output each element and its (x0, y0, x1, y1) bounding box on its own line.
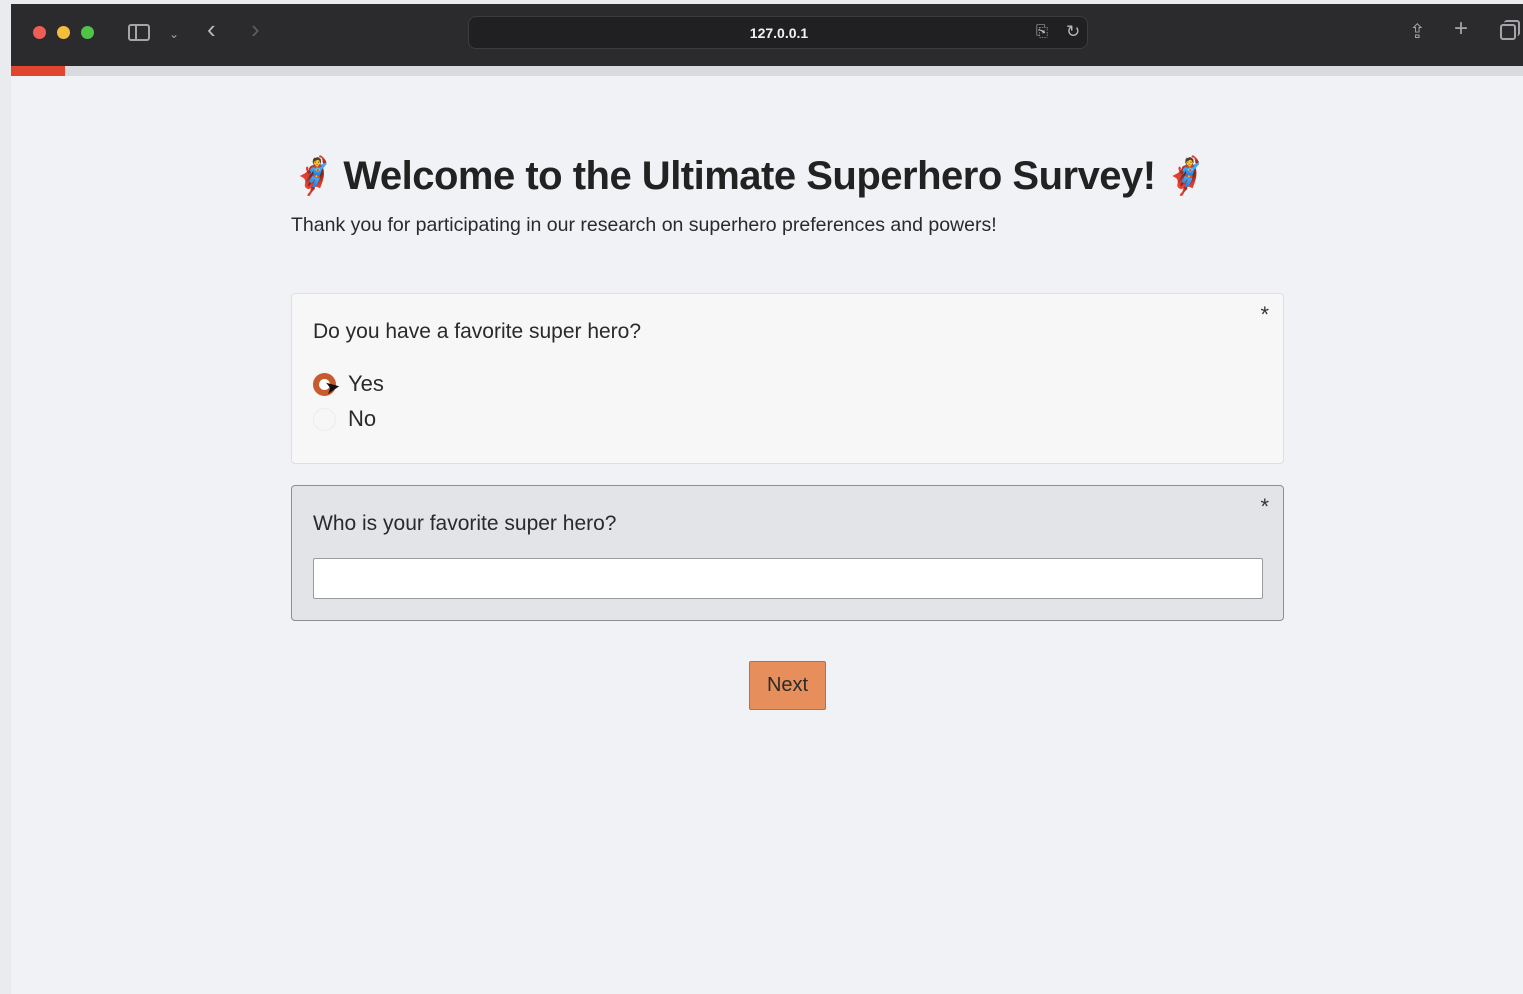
share-icon[interactable]: ⇪ (1409, 21, 1426, 43)
question-title: Do you have a favorite super hero? (313, 320, 642, 343)
address-bar[interactable]: 127.0.0.1 ⎘ ↻ (468, 16, 1088, 49)
question-card-favorite-hero-yes-no: * Do you have a favorite super hero? Yes… (291, 293, 1284, 464)
new-tab-icon[interactable]: + (1454, 17, 1468, 41)
browser-window: ⌄ ‹ › 127.0.0.1 ⎘ ↻ ⇪ + 🦸 Welcome to the… (11, 4, 1523, 994)
survey-progress-fill (11, 66, 66, 76)
minimize-window-button[interactable] (57, 26, 70, 39)
question-card-favorite-hero-name: * Who is your favorite super hero? (291, 485, 1284, 621)
reload-icon[interactable]: ↻ (1066, 22, 1080, 42)
translate-icon[interactable]: ⎘ (1036, 23, 1048, 40)
url-text: 127.0.0.1 (749, 25, 809, 41)
forward-icon[interactable]: › (251, 16, 260, 42)
chevron-down-icon[interactable]: ⌄ (169, 23, 179, 45)
superhero-emoji-icon: 🦸 (291, 156, 336, 197)
page-title: 🦸 Welcome to the Ultimate Superhero Surv… (291, 152, 1284, 200)
zoom-window-button[interactable] (81, 26, 94, 39)
required-marker: * (1260, 302, 1269, 327)
question-title: Who is your favorite super hero? (313, 512, 617, 535)
page-title-text: Welcome to the Ultimate Superhero Survey… (343, 153, 1156, 198)
next-button[interactable]: Next (749, 661, 826, 710)
tab-overview-icon[interactable] (1500, 20, 1520, 40)
radio-label-no[interactable]: No (348, 406, 376, 432)
sidebar-icon[interactable] (128, 24, 150, 41)
required-marker: * (1260, 494, 1269, 519)
superhero-emoji-icon: 🦸 (1163, 156, 1209, 197)
survey-progress-bar (11, 66, 1523, 76)
radio-option-no[interactable]: No (313, 406, 376, 432)
page-subtitle: Thank you for participating in our resea… (291, 214, 997, 236)
radio-label-yes[interactable]: Yes (348, 371, 384, 397)
survey-content: 🦸 Welcome to the Ultimate Superhero Surv… (291, 152, 1284, 710)
browser-toolbar: ⌄ ‹ › 127.0.0.1 ⎘ ↻ ⇪ + (11, 4, 1523, 66)
close-window-button[interactable] (33, 26, 46, 39)
favorite-hero-input[interactable] (313, 558, 1263, 599)
screen-frame: ⌄ ‹ › 127.0.0.1 ⎘ ↻ ⇪ + 🦸 Welcome to the… (0, 0, 1523, 994)
back-icon[interactable]: ‹ (207, 16, 216, 42)
radio-button-no[interactable] (313, 407, 336, 431)
